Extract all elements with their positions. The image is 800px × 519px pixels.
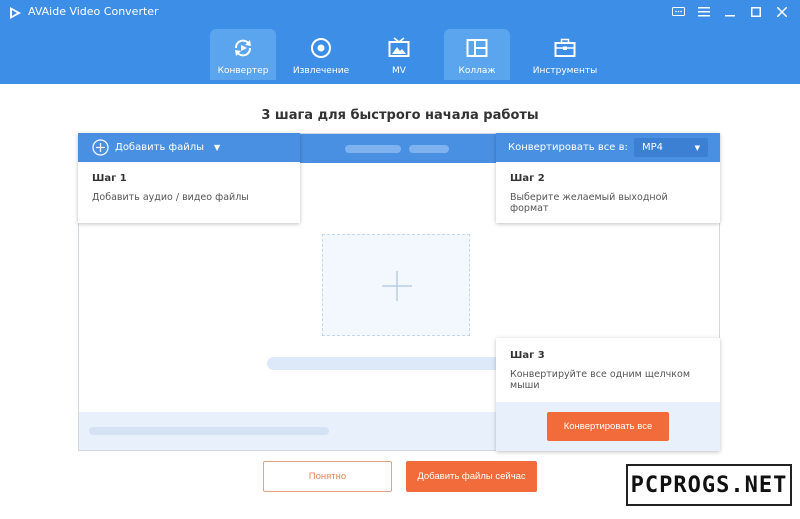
convert-all-to-label: Конвертировать все в:: [508, 142, 628, 153]
step-2-callout: Конвертировать все в: MP4 ▼ Шаг 2 Выбери…: [496, 133, 720, 223]
mv-icon: [388, 37, 410, 57]
add-files-label: Добавить файлы: [115, 142, 204, 153]
file-drop-zone[interactable]: [322, 234, 470, 336]
add-files-button[interactable]: Добавить файлы ▼: [78, 133, 300, 162]
tab-toolbox[interactable]: Инструменты: [522, 29, 608, 80]
caret-down-icon[interactable]: ▼: [214, 143, 220, 152]
add-files-now-button[interactable]: Добавить файлы сейчас: [406, 461, 537, 492]
ghost-output-path: [89, 427, 329, 435]
step-3-title: Шаг 3: [510, 350, 545, 361]
maximize-icon[interactable]: [748, 3, 764, 21]
tab-label: Коллаж: [458, 66, 496, 76]
tab-ripper[interactable]: Извлечение: [288, 29, 354, 80]
step-2-title: Шаг 2: [510, 173, 545, 184]
step-3-callout: Шаг 3 Конвертируйте все одним щелчком мы…: [496, 338, 720, 451]
menu-icon[interactable]: [696, 3, 712, 21]
step-1-callout: Добавить файлы ▼ Шаг 1 Добавить аудио / …: [78, 133, 300, 223]
feedback-icon[interactable]: [670, 3, 686, 21]
tab-label: Извлечение: [292, 66, 350, 76]
tab-label: Конвертер: [217, 66, 269, 76]
step-1-body: Шаг 1 Добавить аудио / видео файлы: [78, 162, 300, 214]
step-2-desc: Выберите желаемый выходной формат: [510, 192, 668, 214]
tab-label: Инструменты: [532, 66, 598, 76]
main-nav-tabs: Конвертер Извлечение MV Коллаж Инструмен…: [210, 29, 620, 80]
step-3-footer: Конвертировать все: [496, 402, 720, 451]
ghost-tab-pill: [409, 145, 449, 153]
step-1-desc: Добавить аудио / видео файлы: [92, 192, 249, 203]
convert-all-to-bar: Конвертировать все в: MP4 ▼: [496, 133, 720, 162]
watermark: PCPROGS.NET: [626, 464, 792, 506]
plus-icon: [382, 271, 412, 301]
step-1-title: Шаг 1: [92, 173, 127, 184]
window-controls: [670, 3, 790, 21]
ghost-tab-pill: [345, 145, 401, 153]
add-circle-icon: [92, 139, 109, 156]
tutorial-headline: 3 шага для быстрого начала работы: [261, 108, 539, 123]
step-3-desc: Конвертируйте все одним щелчком мыши: [510, 369, 691, 391]
app-title: AVAide Video Converter: [28, 5, 159, 18]
collage-icon: [466, 39, 488, 57]
ghost-progress-bar: [267, 357, 527, 370]
caret-down-icon: ▼: [694, 143, 700, 152]
tab-label: MV: [392, 66, 406, 76]
step-2-body: Шаг 2 Выберите желаемый выходной формат: [496, 162, 720, 225]
step-3-body: Шаг 3 Конвертируйте все одним щелчком мы…: [496, 338, 720, 402]
convert-icon: [235, 39, 251, 57]
title-bar: AVAide Video Converter Конвертер Извлече…: [0, 0, 800, 84]
format-select[interactable]: MP4 ▼: [634, 138, 708, 157]
got-it-button[interactable]: Понятно: [263, 461, 392, 492]
tab-converter[interactable]: Конвертер: [210, 29, 276, 80]
tab-mv[interactable]: MV: [366, 29, 432, 80]
app-logo-icon: [10, 7, 21, 19]
format-value: MP4: [642, 142, 664, 153]
close-icon[interactable]: [774, 3, 790, 21]
minimize-icon[interactable]: [722, 3, 738, 21]
tab-collage[interactable]: Коллаж: [444, 29, 510, 80]
convert-all-button[interactable]: Конвертировать все: [547, 412, 669, 441]
toolbox-icon: [554, 38, 576, 57]
rip-icon: [311, 38, 331, 58]
